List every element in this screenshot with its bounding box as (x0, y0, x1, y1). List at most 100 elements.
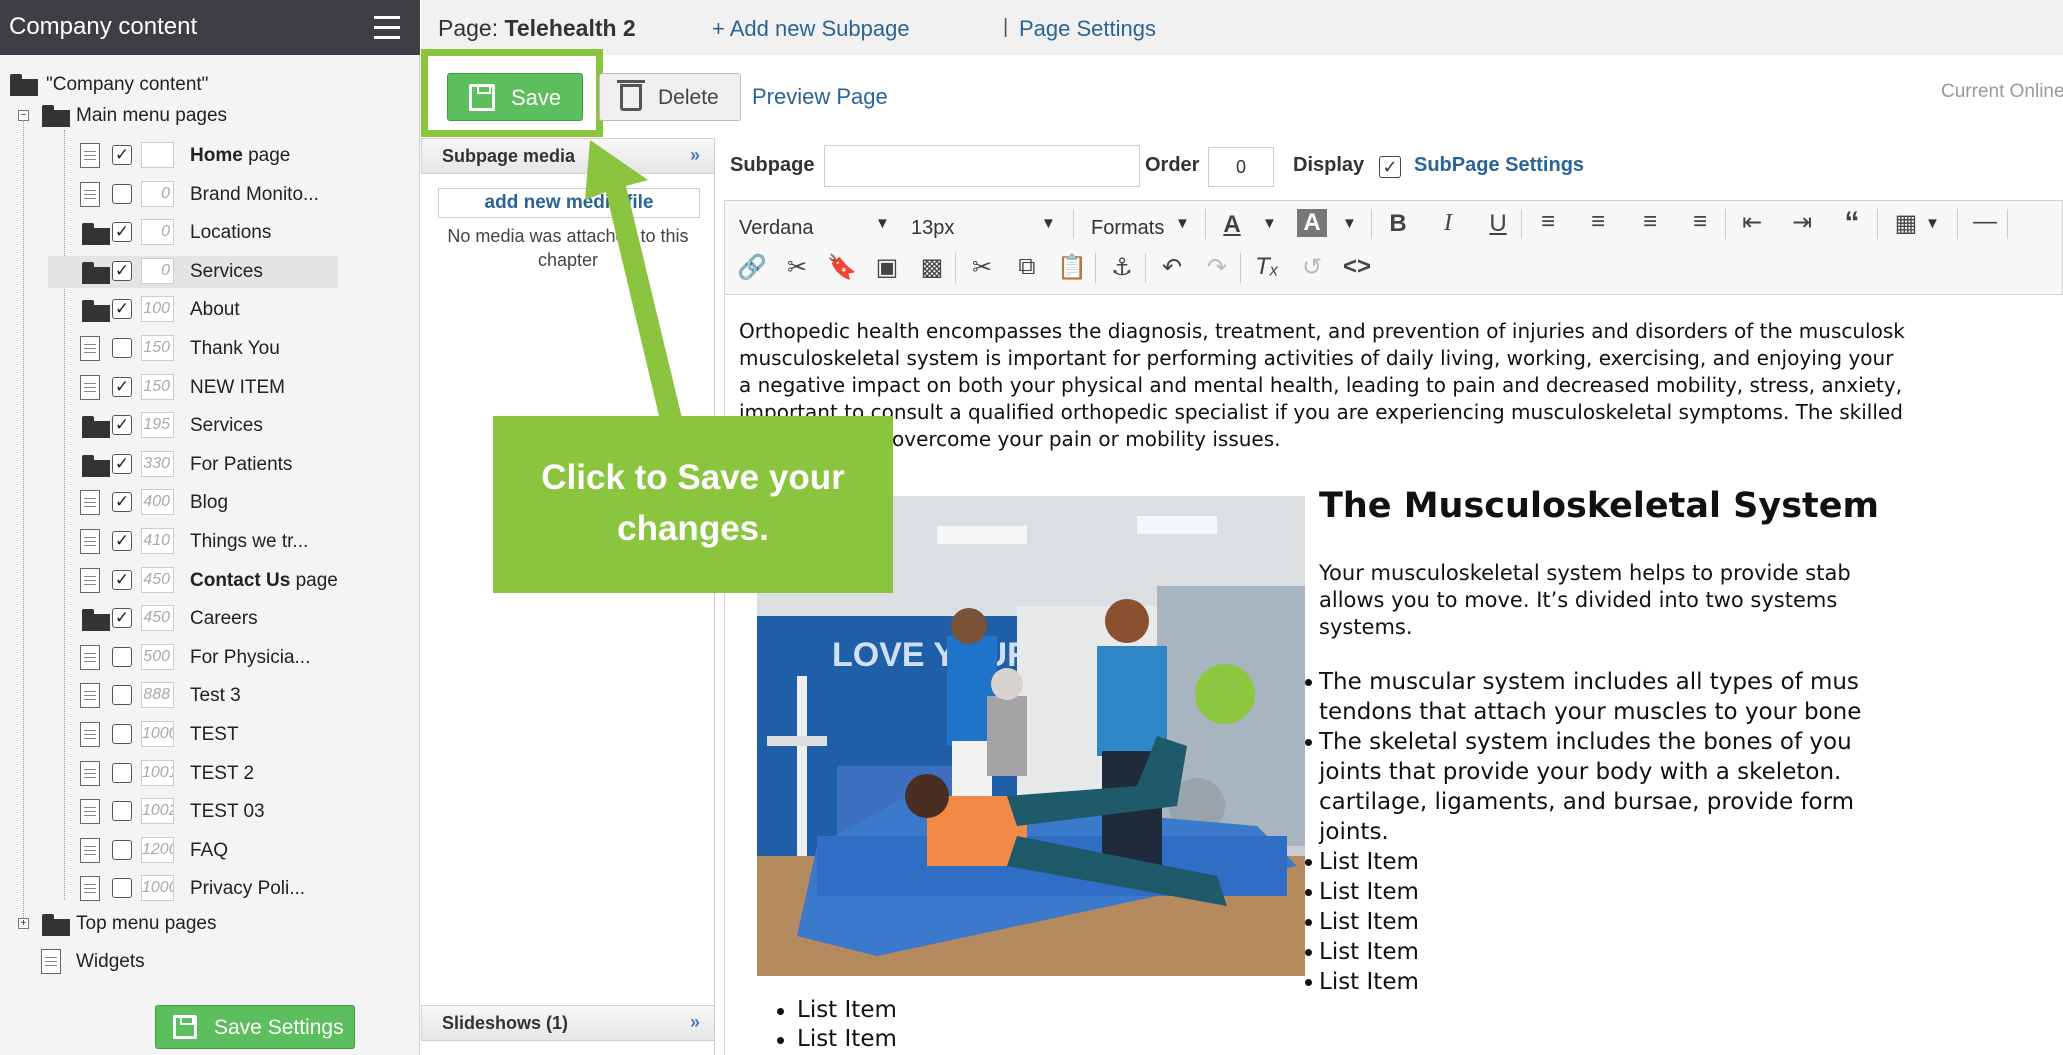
copy-icon[interactable]: ⧉ (1012, 253, 1042, 281)
add-media-file-button[interactable]: add new media file (438, 188, 700, 218)
visibility-checkbox[interactable]: ✓ (112, 260, 132, 281)
order-field[interactable]: 330 (141, 450, 174, 477)
font-size-select[interactable]: 13px (911, 217, 954, 240)
tree-item[interactable]: ✓ 100 About (48, 294, 338, 326)
table-chevron-icon[interactable]: ▼ (1925, 215, 1940, 232)
order-field[interactable]: 0 (141, 180, 174, 207)
visibility-checkbox[interactable] (112, 338, 132, 358)
tree-item[interactable]: ✓ 150 NEW ITEM (48, 372, 338, 404)
background-color-icon[interactable]: A (1297, 209, 1327, 237)
text-color-icon[interactable]: A (1217, 211, 1247, 239)
tree-item[interactable]: ✓ Home page (48, 140, 338, 172)
history-icon[interactable]: ↺ (1297, 253, 1327, 282)
tree-item[interactable]: 1001 TEST 2 (48, 758, 338, 790)
tree-item[interactable]: ✓ 400 Blog (48, 487, 338, 519)
align-justify-icon[interactable]: ≡ (1685, 208, 1715, 236)
italic-icon[interactable]: I (1433, 210, 1463, 237)
subpage-name-input[interactable] (824, 145, 1140, 187)
formats-chevron-icon[interactable]: ▼ (1175, 215, 1190, 232)
order-field[interactable]: 450 (141, 566, 174, 593)
page-settings-link[interactable]: Page Settings (1019, 16, 1156, 42)
tree-item[interactable]: ✓ 450 Careers (48, 603, 338, 635)
unlink-icon[interactable]: ✂ (782, 253, 812, 282)
tree-item[interactable]: 888 Test 3 (48, 680, 338, 712)
visibility-checkbox[interactable]: ✓ (112, 145, 132, 165)
table-icon[interactable]: ▦ (1891, 209, 1921, 238)
hamburger-menu-icon[interactable] (374, 16, 400, 40)
expand-chevron-icon[interactable]: » (690, 1012, 700, 1033)
delete-button[interactable]: Delete (599, 73, 741, 121)
visibility-checkbox[interactable]: ✓ (112, 299, 132, 320)
formats-select[interactable]: Formats (1091, 217, 1164, 240)
order-input[interactable]: 0 (1208, 147, 1274, 187)
order-field[interactable]: 400 (141, 489, 174, 516)
clear-formatting-icon[interactable]: Tₓ (1252, 253, 1282, 281)
order-field[interactable] (141, 142, 174, 168)
subpage-media-header[interactable]: Subpage media » (421, 138, 715, 174)
order-field[interactable]: 1200 (141, 836, 174, 863)
bookmark-icon[interactable]: 🔖 (827, 253, 857, 282)
tree-item[interactable]: 1200 FAQ (48, 835, 338, 867)
order-field[interactable]: 150 (141, 335, 174, 361)
tree-group-top-menu[interactable]: + Top menu pages (8, 908, 408, 940)
video-icon[interactable]: ▩ (917, 253, 947, 282)
visibility-checkbox[interactable]: ✓ (112, 608, 132, 629)
order-field[interactable]: 150 (141, 373, 174, 400)
slideshows-header[interactable]: Slideshows (1) » (421, 1005, 715, 1041)
blockquote-icon[interactable]: “ (1837, 206, 1867, 240)
horizontal-rule-icon[interactable]: — (1970, 208, 2000, 236)
font-family-chevron-icon[interactable]: ▼ (875, 215, 890, 232)
tree-item[interactable]: 1002 TEST 03 (48, 796, 338, 828)
visibility-checkbox[interactable] (112, 724, 132, 744)
align-center-icon[interactable]: ≡ (1583, 208, 1613, 236)
image-icon[interactable]: ▣ (872, 253, 902, 282)
visibility-checkbox[interactable] (112, 878, 132, 899)
display-checkbox[interactable]: ✓ (1379, 156, 1401, 178)
align-right-icon[interactable]: ≡ (1635, 208, 1665, 236)
order-field[interactable]: 0 (141, 257, 174, 284)
visibility-checkbox[interactable] (112, 685, 132, 706)
text-color-chevron-icon[interactable]: ▼ (1262, 215, 1277, 232)
order-field[interactable]: 195 (141, 412, 174, 439)
tree-item[interactable]: ✓ 0 Services (48, 255, 338, 288)
order-field[interactable]: 1001 (141, 759, 174, 786)
visibility-checkbox[interactable] (112, 801, 132, 822)
order-field[interactable]: 450 (141, 605, 174, 632)
link-icon[interactable]: 🔗 (737, 253, 767, 282)
tree-item[interactable]: 0 Brand Monito... (48, 179, 338, 211)
order-field[interactable]: 0 (141, 219, 174, 246)
tree-item[interactable]: 500 For Physicia... (48, 642, 338, 674)
order-field[interactable]: 100 (141, 296, 174, 323)
indent-icon[interactable]: ⇥ (1787, 208, 1817, 237)
background-color-chevron-icon[interactable]: ▼ (1342, 215, 1357, 232)
visibility-checkbox[interactable]: ✓ (112, 415, 132, 436)
tree-item[interactable]: ✓ 0 Locations (48, 217, 338, 249)
tree-item-widgets[interactable]: Widgets (8, 946, 408, 978)
tree-group-main-menu[interactable]: − Main menu pages (8, 100, 408, 132)
order-field[interactable]: 888 (141, 682, 174, 709)
order-field[interactable]: 1000 (141, 721, 174, 747)
tree-item[interactable]: 1000 TEST (48, 719, 338, 751)
bold-icon[interactable]: B (1383, 210, 1413, 238)
visibility-checkbox[interactable]: ✓ (112, 222, 132, 243)
visibility-checkbox[interactable]: ✓ (112, 492, 132, 513)
source-code-icon[interactable]: <> (1342, 253, 1372, 281)
tree-item[interactable]: ✓ 410 Things we tr... (48, 526, 338, 558)
font-family-select[interactable]: Verdana (739, 217, 814, 240)
order-field[interactable]: 1002 (141, 798, 174, 825)
tree-root[interactable]: "Company content" (8, 69, 408, 101)
visibility-checkbox[interactable] (112, 762, 132, 783)
visibility-checkbox[interactable]: ✓ (112, 531, 132, 551)
order-field[interactable]: 500 (141, 643, 174, 670)
preview-page-link[interactable]: Preview Page (752, 84, 888, 110)
visibility-checkbox[interactable]: ✓ (112, 376, 132, 397)
visibility-checkbox[interactable] (112, 839, 132, 860)
order-field[interactable]: 1000 (141, 875, 174, 902)
paste-icon[interactable]: 📋 (1057, 253, 1087, 282)
subpage-settings-link[interactable]: SubPage Settings (1414, 154, 1584, 177)
visibility-checkbox[interactable] (112, 646, 132, 667)
tree-item[interactable]: ✓ 330 For Patients (48, 449, 338, 481)
collapse-chevron-icon[interactable]: » (690, 145, 700, 166)
redo-icon[interactable]: ↷ (1202, 253, 1232, 282)
tree-item[interactable]: 1000 Privacy Poli... (48, 873, 338, 905)
